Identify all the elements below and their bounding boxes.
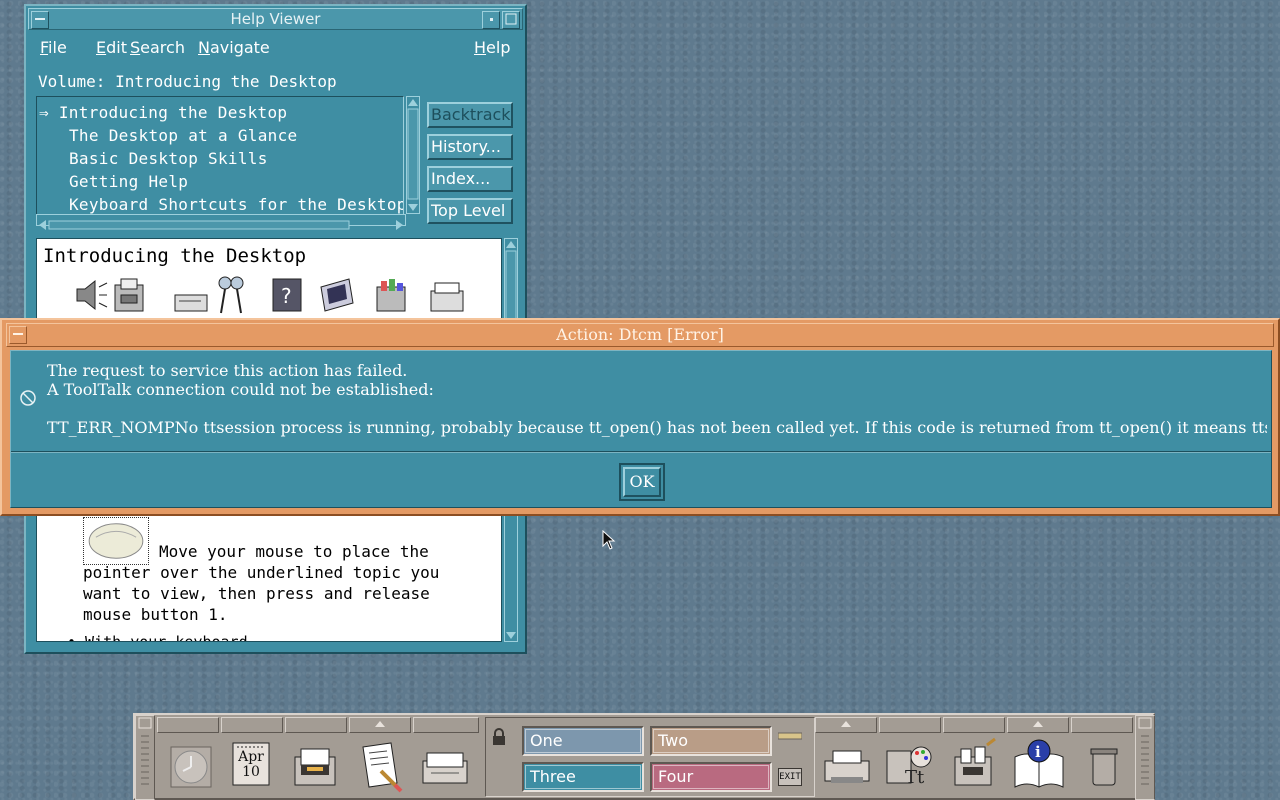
content-paragraph: Move your mouse to place the pointer ove… <box>83 541 483 625</box>
exit-button[interactable]: EXIT <box>778 768 802 786</box>
monitor-icon <box>320 278 354 312</box>
desktop-icons-strip: ? <box>73 275 493 319</box>
menu-edit[interactable]: Edit <box>96 34 127 62</box>
error-dialog: Action: Dtcm [Error] The request to serv… <box>0 318 1280 516</box>
top-level-button[interactable]: Top Level <box>427 198 513 224</box>
svg-text:Tt: Tt <box>905 767 925 788</box>
speaker-icon <box>76 279 108 311</box>
menu-search[interactable]: Search <box>130 34 185 62</box>
workspace-three-label: Three <box>530 767 576 786</box>
error-dialog-titlebar[interactable]: Action: Dtcm [Error] <box>6 323 1274 347</box>
index-button[interactable]: Index... <box>427 166 513 192</box>
subpanel-tab[interactable] <box>1071 717 1133 733</box>
help-book-icon: ? <box>272 278 302 312</box>
maximize-icon <box>505 13 517 25</box>
mailer-icon[interactable] <box>415 737 475 797</box>
workspace-two-label: Two <box>658 731 688 750</box>
printer-icon <box>430 282 464 312</box>
help-viewer-title: Help Viewer <box>230 10 321 28</box>
calendar-icon[interactable]: Apr 10 <box>223 737 283 797</box>
svg-text:?: ? <box>281 284 292 308</box>
workspace-four-label: Four <box>658 767 694 786</box>
calendar-month: Apr <box>238 749 264 765</box>
clock-icon[interactable] <box>159 737 219 797</box>
workspace-one-button[interactable]: One <box>522 726 644 756</box>
paragraph-body: pointer over the underlined topic you wa… <box>83 563 440 624</box>
workspace-three-button[interactable]: Three <box>522 762 644 792</box>
subpanel-tab[interactable] <box>413 717 479 733</box>
error-message-line1: The request to service this action has f… <box>47 361 408 380</box>
subpanel-tab[interactable] <box>285 717 347 733</box>
text-editor-icon[interactable] <box>351 737 411 797</box>
ok-button[interactable]: OK <box>619 463 665 501</box>
front-panel: Apr 10 One Two Three Four EXIT Tt i <box>133 713 1155 800</box>
workspace-two-button[interactable]: Two <box>650 726 772 756</box>
mouse-pointer-icon <box>602 530 616 550</box>
subpanel-tab[interactable] <box>221 717 283 733</box>
topic-list-hscrollbar[interactable] <box>36 214 406 230</box>
topic-item[interactable]: ⇒ Introducing the Desktop <box>39 103 287 122</box>
help-viewer-titlebar[interactable]: Help Viewer <box>28 8 523 30</box>
history-button[interactable]: History... <box>427 134 513 160</box>
file-cabinet-icon <box>114 278 144 312</box>
subpanel-tab[interactable] <box>349 717 411 733</box>
grip-icon <box>138 717 152 785</box>
topic-item[interactable]: Getting Help <box>69 172 188 191</box>
window-menu-icon <box>13 333 23 335</box>
error-message-line2: A ToolTalk connection could not be estab… <box>47 380 434 399</box>
window-menu-button[interactable] <box>9 326 27 344</box>
keys-icon <box>218 276 244 314</box>
menu-navigate[interactable]: Navigate <box>198 34 270 62</box>
workspace-switch: One Two Three Four EXIT <box>485 717 815 797</box>
content-title: Introducing the Desktop <box>43 245 307 267</box>
workspace-four-button[interactable]: Four <box>650 762 772 792</box>
svg-text:i: i <box>1035 743 1041 761</box>
error-circle-icon <box>20 390 36 406</box>
topic-item[interactable]: Keyboard Shortcuts for the Desktop <box>69 195 403 214</box>
minimize-icon <box>490 18 493 21</box>
subpanel-tab[interactable] <box>815 717 877 733</box>
error-dialog-body: The request to service this action has f… <box>10 350 1272 508</box>
backtrack-button[interactable]: Backtrack <box>427 102 513 128</box>
subpanel-tab[interactable] <box>157 717 219 733</box>
maximize-button[interactable] <box>502 11 520 29</box>
topic-list-vscrollbar[interactable] <box>406 96 420 214</box>
topic-item[interactable]: Basic Desktop Skills <box>69 149 268 168</box>
busy-light-icon <box>778 732 802 740</box>
menu-help[interactable]: Help <box>474 34 510 62</box>
help-menubar: File Edit Search Navigate Help <box>30 34 521 64</box>
style-manager-icon[interactable]: Tt <box>881 737 941 797</box>
calendar-day: 10 <box>242 764 260 780</box>
minimize-button[interactable] <box>482 11 500 29</box>
help-manager-icon[interactable]: i <box>1009 737 1069 797</box>
subpanel-tab[interactable] <box>943 717 1005 733</box>
menu-file[interactable]: File <box>40 34 67 62</box>
dialog-separator <box>11 451 1271 453</box>
files-folder-icon <box>376 279 406 312</box>
volume-label: Volume: Introducing the Desktop <box>38 72 337 91</box>
subpanel-tab[interactable] <box>1007 717 1069 733</box>
window-menu-icon <box>35 18 45 20</box>
application-manager-icon[interactable] <box>945 737 1005 797</box>
window-menu-button[interactable] <box>31 11 49 29</box>
ok-button-label: OK <box>623 467 661 497</box>
error-detail: TT_ERR_NOMPNo ttsession process is runni… <box>47 418 1267 437</box>
content-more: • With your keyboard <box>67 633 248 642</box>
grip-icon <box>1138 717 1152 785</box>
error-dialog-title: Action: Dtcm [Error] <box>556 325 724 344</box>
front-panel-left-handle[interactable] <box>135 715 155 800</box>
trash-can-icon[interactable] <box>1073 737 1133 797</box>
printer-icon[interactable] <box>817 737 877 797</box>
topic-item[interactable]: The Desktop at a Glance <box>69 126 297 145</box>
mail-tray-icon <box>174 294 208 312</box>
file-manager-icon[interactable] <box>287 737 347 797</box>
scroll-arrows-icon <box>407 99 419 211</box>
front-panel-right-handle[interactable] <box>1135 715 1155 800</box>
workspace-one-label: One <box>530 731 563 750</box>
paragraph-lead: Move your mouse to place the <box>159 542 429 561</box>
lock-icon[interactable] <box>492 728 506 746</box>
subpanel-tab[interactable] <box>879 717 941 733</box>
topic-list[interactable]: ⇒ Introducing the Desktop The Desktop at… <box>36 96 404 226</box>
scroll-arrows-icon <box>39 220 403 230</box>
